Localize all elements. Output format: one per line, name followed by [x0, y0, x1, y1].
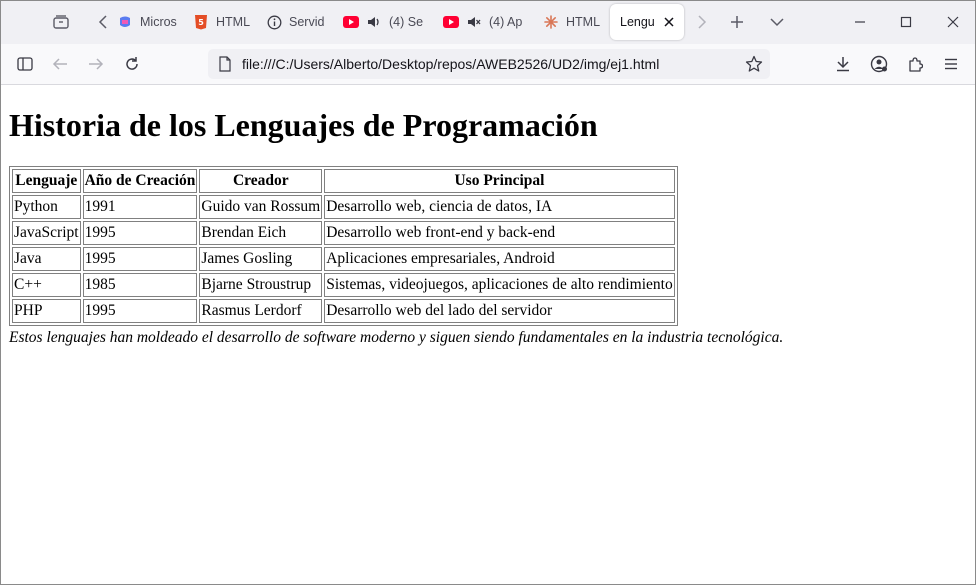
table-cell: Brendan Eich	[199, 221, 323, 245]
table-cell: Desarrollo web, ciencia de datos, IA	[324, 195, 675, 219]
downloads-icon[interactable]	[831, 52, 855, 76]
youtube-icon	[443, 14, 459, 30]
table-row: C++ 1985 Bjarne Stroustrup Sistemas, vid…	[12, 273, 675, 297]
address-bar[interactable]: file:///C:/Users/Alberto/Desktop/repos/A…	[208, 49, 770, 79]
info-icon	[266, 14, 282, 30]
maximize-icon[interactable]	[894, 10, 918, 34]
tab-youtube-1[interactable]: (4) Ses	[343, 4, 423, 40]
table-cell: PHP	[12, 299, 81, 323]
table-cell: 1995	[82, 247, 198, 271]
table-cell: Desarrollo web del lado del servidor	[324, 299, 675, 323]
page-icon	[218, 56, 234, 72]
forward-icon[interactable]	[84, 52, 108, 76]
table-cell: Sistemas, videojuegos, aplicaciones de a…	[324, 273, 675, 297]
reload-icon[interactable]	[120, 52, 144, 76]
table-cell: 1985	[82, 273, 198, 297]
footnote-text: Estos lenguajes han moldeado el desarrol…	[9, 329, 784, 346]
table-cell: Desarrollo web front-end y back-end	[324, 221, 675, 245]
table-cell: 1991	[82, 195, 198, 219]
youtube-icon	[343, 14, 359, 30]
account-icon[interactable]	[867, 52, 891, 76]
column-header: Año de Creación	[82, 169, 198, 193]
table-cell: Python	[12, 195, 81, 219]
minimize-icon[interactable]	[848, 10, 872, 34]
table-row: Java 1995 James Gosling Aplicaciones emp…	[12, 247, 675, 271]
table-cell: James Gosling	[199, 247, 323, 271]
tab-strip: Micros 5 HTML Servid (4) Ses (4) Apr	[0, 0, 976, 44]
tab-active-lenguajes[interactable]: Lengua	[610, 4, 684, 40]
table-cell: Aplicaciones empresariales, Android	[324, 247, 675, 271]
table-row: JavaScript 1995 Brendan Eich Desarrollo …	[12, 221, 675, 245]
tab-scroll-left-icon[interactable]	[94, 12, 112, 32]
table-cell: 1995	[82, 221, 198, 245]
table-cell: C++	[12, 273, 81, 297]
table-cell: Bjarne Stroustrup	[199, 273, 323, 297]
column-header: Uso Principal	[324, 169, 675, 193]
page-content: Historia de los Lenguajes de Programació…	[0, 85, 976, 585]
bookmark-star-icon[interactable]	[744, 54, 764, 74]
copilot-icon	[117, 14, 133, 30]
menu-icon[interactable]	[939, 52, 963, 76]
speaker-muted-icon[interactable]	[466, 14, 482, 30]
claude-icon	[543, 14, 559, 30]
html5-icon: 5	[193, 14, 209, 30]
tab-label: (4) Ses	[389, 15, 423, 29]
speaker-icon[interactable]	[366, 14, 382, 30]
close-window-icon[interactable]	[941, 10, 965, 34]
tab-html-2[interactable]: HTML	[543, 4, 603, 40]
new-tab-icon[interactable]	[725, 10, 749, 34]
tab-youtube-2[interactable]: (4) Apr	[443, 4, 523, 40]
tab-servid[interactable]: Servid	[266, 4, 326, 40]
tab-copilot[interactable]: Micros	[117, 4, 177, 40]
tab-scroll-right-icon[interactable]	[690, 10, 714, 34]
table-cell: Rasmus Lerdorf	[199, 299, 323, 323]
extensions-icon[interactable]	[903, 52, 927, 76]
tab-label: Lengua	[620, 15, 655, 29]
table-cell: 1995	[82, 299, 198, 323]
table-cell: JavaScript	[12, 221, 81, 245]
tab-label: (4) Apr	[489, 15, 523, 29]
tab-label: HTML	[566, 15, 601, 29]
list-all-tabs-icon[interactable]	[765, 10, 789, 34]
table-cell: Java	[12, 247, 81, 271]
tab-label: Micros	[140, 15, 177, 29]
close-tab-icon[interactable]	[662, 14, 676, 30]
navigation-toolbar: file:///C:/Users/Alberto/Desktop/repos/A…	[0, 44, 976, 85]
languages-table: Lenguaje Año de Creación Creador Uso Pri…	[9, 166, 678, 326]
page-title: Historia de los Lenguajes de Programació…	[9, 107, 598, 143]
table-header-row: Lenguaje Año de Creación Creador Uso Pri…	[12, 169, 675, 193]
tab-label: Servid	[289, 15, 325, 29]
table-row: Python 1991 Guido van Rossum Desarrollo …	[12, 195, 675, 219]
svg-text:5: 5	[198, 18, 204, 27]
tab-label: HTML	[216, 15, 251, 29]
tab-html-1[interactable]: 5 HTML	[193, 4, 253, 40]
url-text[interactable]: file:///C:/Users/Alberto/Desktop/repos/A…	[242, 56, 659, 72]
table-row: PHP 1995 Rasmus Lerdorf Desarrollo web d…	[12, 299, 675, 323]
column-header: Creador	[199, 169, 323, 193]
column-header: Lenguaje	[12, 169, 81, 193]
back-icon[interactable]	[48, 52, 72, 76]
table-cell: Guido van Rossum	[199, 195, 323, 219]
tab-overview-icon[interactable]	[48, 10, 74, 34]
sidebar-toggle-icon[interactable]	[13, 52, 37, 76]
